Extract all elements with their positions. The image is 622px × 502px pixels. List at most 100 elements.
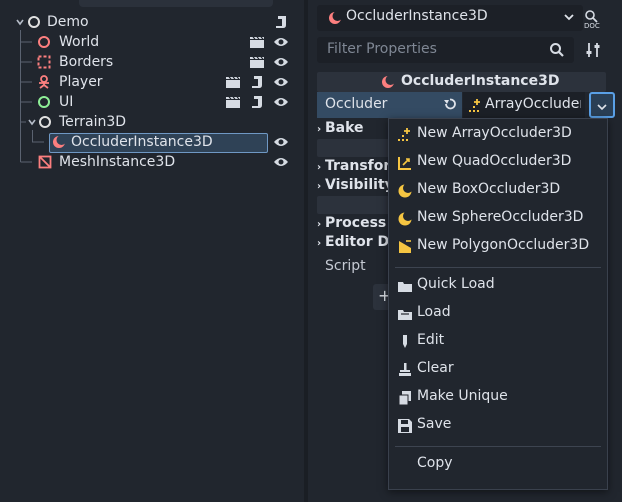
node-selector-dropdown[interactable]: OccluderInstance3D — [317, 5, 583, 31]
tree-node-occluderinstance3d[interactable]: OccluderInstance3D — [0, 132, 304, 152]
menu-item-label: New PolygonOccluder3D — [417, 237, 590, 253]
occluder-instance-icon — [328, 11, 343, 29]
visibility-eye-icon[interactable] — [273, 34, 289, 50]
group-label: Process — [325, 215, 387, 231]
sphere-occluder-icon — [397, 211, 413, 227]
tree-node-label: MeshInstance3D — [59, 154, 176, 170]
clear-icon — [397, 362, 413, 378]
character-body-icon — [36, 74, 52, 90]
occluder-instance-icon — [51, 134, 67, 150]
tree-node-label: World — [59, 34, 100, 50]
resource-dropdown-button[interactable] — [589, 92, 615, 118]
edit-icon — [397, 334, 413, 350]
script-icon[interactable] — [273, 14, 289, 30]
clapperboard-icon[interactable] — [249, 34, 265, 50]
svg-text:DOC: DOC — [584, 22, 600, 29]
menu-item-label: New QuadOccluder3D — [417, 153, 572, 169]
menu-item-label: Edit — [417, 332, 445, 348]
menu-item-label: Copy — [417, 455, 453, 471]
filter-placeholder: Filter Properties — [327, 41, 437, 57]
occluder-property-label: Occluder — [317, 92, 462, 118]
menu-new-quadoccluder3d[interactable]: New QuadOccluder3D — [389, 149, 607, 177]
tree-node-label: Borders — [59, 54, 114, 70]
box-occluder-icon — [397, 183, 413, 199]
filter-properties-input[interactable]: Filter Properties — [317, 37, 574, 63]
array-occluder-icon — [468, 98, 484, 118]
tree-node-label: Player — [59, 74, 103, 90]
folder-icon — [397, 278, 413, 294]
menu-quick-load[interactable]: Quick Load — [389, 272, 607, 300]
script-property-label: Script — [325, 258, 366, 274]
add-button[interactable]: + — [373, 284, 391, 310]
menu-item-label: Make Unique — [417, 388, 508, 404]
menu-new-boxoccluder3d[interactable]: New BoxOccluder3D — [389, 177, 607, 205]
menu-item-label: Clear — [417, 360, 454, 376]
menu-new-arrayoccluder3d[interactable]: New ArrayOccluder3D — [389, 121, 607, 149]
occluder-instance-icon — [381, 75, 396, 93]
duplicate-icon — [397, 390, 413, 406]
doc-help-icon[interactable]: DOC — [584, 9, 602, 33]
tree-node-player[interactable]: Player — [0, 72, 304, 92]
group-visibility[interactable]: › Visibility — [317, 177, 388, 195]
clapperboard-icon[interactable] — [249, 54, 265, 70]
menu-new-polygonoccluder3d[interactable]: New PolygonOccluder3D — [389, 233, 607, 261]
visibility-eye-icon[interactable] — [273, 134, 289, 150]
revert-icon[interactable] — [443, 97, 457, 115]
occluder-resource-picker[interactable]: ArrayOccluder3D — [463, 92, 585, 118]
menu-item-label: Load — [417, 304, 451, 320]
property-label-text: Occluder — [325, 96, 388, 112]
group-strip — [317, 139, 390, 157]
group-editor-description[interactable]: ›Editor Description — [317, 234, 388, 252]
group-label: Transform — [325, 158, 388, 174]
resource-value-text: ArrayOccluder3D — [485, 96, 581, 112]
script-icon[interactable] — [249, 74, 265, 90]
class-section-header: OccluderInstance3D — [317, 72, 606, 92]
chevron-down-icon — [596, 100, 608, 116]
tree-node-ui[interactable]: UI — [0, 92, 304, 112]
menu-new-sphereoccluder3d[interactable]: New SphereOccluder3D — [389, 205, 607, 233]
tree-node-terrain3d[interactable]: Terrain3D — [0, 112, 304, 132]
group-label: Bake — [325, 120, 364, 136]
group-label: Visibility — [325, 177, 388, 193]
menu-copy[interactable]: Copy — [389, 451, 607, 479]
tree-node-world[interactable]: World — [0, 32, 304, 52]
square-node-icon — [36, 54, 52, 70]
menu-load[interactable]: Load — [389, 300, 607, 328]
quad-occluder-icon — [397, 155, 413, 171]
visibility-eye-icon[interactable] — [273, 74, 289, 90]
menu-separator — [395, 446, 601, 447]
menu-save[interactable]: Save — [389, 412, 607, 440]
tree-node-label: Demo — [47, 14, 89, 30]
clapperboard-icon[interactable] — [225, 74, 241, 90]
tree-node-label: Terrain3D — [59, 114, 127, 130]
node-selector-label: OccluderInstance3D — [346, 8, 488, 24]
resource-popup-menu: New ArrayOccluder3D New QuadOccluder3D N… — [388, 118, 608, 490]
visibility-eye-icon[interactable] — [273, 154, 289, 170]
menu-make-unique[interactable]: Make Unique — [389, 384, 607, 412]
control-circle-icon — [36, 94, 52, 110]
group-process[interactable]: › Process — [317, 215, 386, 233]
search-icon — [549, 42, 565, 62]
visibility-eye-icon[interactable] — [273, 94, 289, 110]
menu-item-label: New BoxOccluder3D — [417, 181, 561, 197]
occluder-property-row: Occluder ArrayOccluder3D — [317, 92, 615, 118]
menu-clear[interactable]: Clear — [389, 356, 607, 384]
node3d-circle-icon — [36, 34, 52, 50]
menu-item-label: Save — [417, 416, 452, 432]
group-label: Editor Description — [325, 234, 388, 250]
visibility-eye-icon[interactable] — [273, 54, 289, 70]
save-icon — [397, 418, 413, 434]
tree-node-meshinstance3d[interactable]: MeshInstance3D — [0, 152, 304, 172]
group-transform[interactable]: ›Transform — [317, 158, 388, 176]
scene-tree-panel: Demo World Borders Player UI Terrain3D O… — [0, 0, 304, 502]
tree-node-borders[interactable]: Borders — [0, 52, 304, 72]
chevron-right-icon: › — [317, 124, 322, 135]
menu-item-label: Quick Load — [417, 276, 495, 292]
clapperboard-icon[interactable] — [225, 94, 241, 110]
settings-tools-icon[interactable] — [585, 42, 601, 62]
menu-edit[interactable]: Edit — [389, 328, 607, 356]
script-icon[interactable] — [249, 94, 265, 110]
tree-node-demo[interactable]: Demo — [0, 12, 304, 32]
group-bake[interactable]: › Bake — [317, 120, 364, 138]
node-circle-icon — [26, 14, 42, 30]
